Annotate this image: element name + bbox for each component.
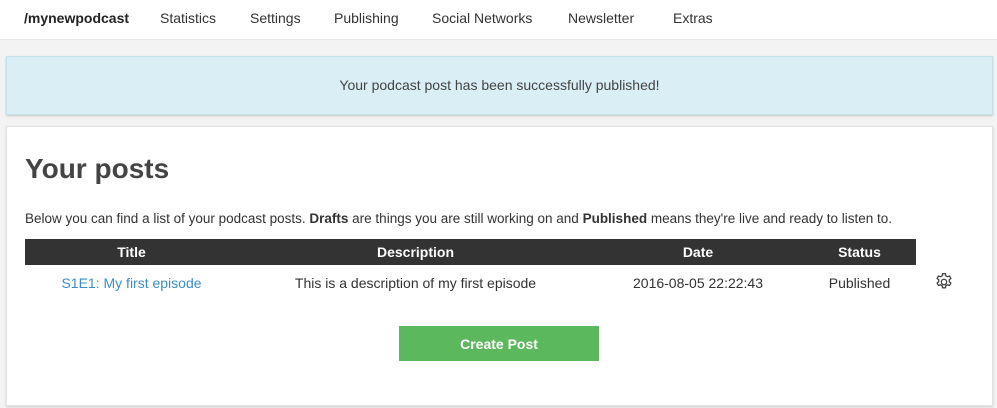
post-title-cell: S1E1: My first episode [25, 265, 238, 301]
intro-drafts-term: Drafts [309, 211, 349, 226]
nav-item-newsletter[interactable]: Newsletter [568, 10, 634, 26]
nav-item-extras[interactable]: Extras [673, 10, 713, 26]
table-row: S1E1: My first episode This is a descrip… [25, 265, 916, 301]
nav-item-social-networks[interactable]: Social Networks [432, 10, 532, 26]
post-title-link[interactable]: S1E1: My first episode [61, 275, 201, 291]
post-status-cell: Published [828, 275, 891, 291]
top-navigation: /mynewpodcast Statistics Settings Publis… [0, 0, 997, 40]
posts-intro-text: Below you can find a list of your podcas… [25, 211, 892, 226]
column-header-description: Description [376, 244, 454, 260]
intro-published-term: Published [582, 211, 648, 226]
post-description-cell: This is a description of my first episod… [294, 275, 537, 291]
success-alert-message: Your podcast post has been successfully … [339, 77, 660, 93]
column-header-status: Status [838, 244, 881, 260]
nav-item-settings[interactable]: Settings [250, 10, 301, 26]
column-header-date: Date [682, 244, 714, 260]
column-header-title: Title [117, 244, 146, 260]
intro-part-2: are things you are still working on and [348, 211, 583, 226]
gear-icon[interactable] [934, 272, 954, 292]
posts-table: Title Description Date Status S1E1: My f… [25, 239, 916, 301]
nav-item-statistics[interactable]: Statistics [160, 10, 216, 26]
success-alert: Your podcast post has been successfully … [6, 56, 993, 115]
intro-part-1: Below you can find a list of your podcas… [25, 211, 310, 226]
posts-table-header: Title Description Date Status [25, 239, 916, 265]
header-row: Title Description Date Status [25, 239, 916, 265]
page-title: Your posts [25, 153, 170, 184]
posts-card: Your posts Below you can find a list of … [6, 126, 993, 406]
podcast-brand-link[interactable]: /mynewpodcast [24, 10, 129, 26]
nav-item-publishing[interactable]: Publishing [334, 10, 399, 26]
post-date-cell: 2016-08-05 22:22:43 [633, 275, 763, 291]
intro-part-3: means they're live and ready to listen t… [647, 211, 893, 226]
create-post-button[interactable]: Create Post [399, 326, 599, 361]
